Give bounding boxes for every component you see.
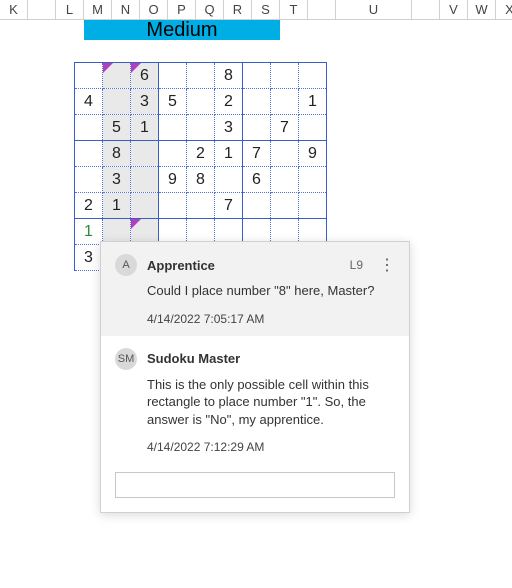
col-header-R[interactable]: R <box>224 0 252 19</box>
comment-body: Could I place number "8" here, Master? <box>115 282 395 300</box>
sudoku-cell-r0-c7[interactable] <box>271 63 299 89</box>
sudoku-cell-r4-c8[interactable] <box>299 167 327 193</box>
sudoku-cell-r2-c1[interactable]: 5 <box>103 115 131 141</box>
sudoku-cell-r2-c2[interactable]: 1 <box>131 115 159 141</box>
col-header-X[interactable]: X <box>496 0 512 19</box>
col-header-U[interactable]: U <box>336 0 412 19</box>
sudoku-cell-r0-c4[interactable] <box>187 63 215 89</box>
comment-thread-item[interactable]: SM Sudoku Master This is the only possible… <box>101 336 409 465</box>
sudoku-cell-r1-c2[interactable]: 3 <box>131 89 159 115</box>
col-header-S[interactable]: S <box>252 0 280 19</box>
col-header-W[interactable]: W <box>468 0 496 19</box>
sudoku-cell-r2-c6[interactable] <box>243 115 271 141</box>
sudoku-cell-r1-c4[interactable] <box>187 89 215 115</box>
sudoku-cell-r5-c8[interactable] <box>299 193 327 219</box>
col-header-13[interactable] <box>412 0 440 19</box>
sudoku-cell-r2-c7[interactable]: 7 <box>271 115 299 141</box>
col-header-O[interactable]: O <box>140 0 168 19</box>
sudoku-cell-r4-c5[interactable] <box>215 167 243 193</box>
sudoku-cell-r0-c5[interactable]: 8 <box>215 63 243 89</box>
col-header-T[interactable]: T <box>280 0 308 19</box>
comment-mark-icon[interactable] <box>131 63 141 73</box>
sudoku-cell-r3-c3[interactable] <box>159 141 187 167</box>
more-icon[interactable]: ⋮ <box>379 255 395 275</box>
sudoku-cell-r3-c8[interactable]: 9 <box>299 141 327 167</box>
sudoku-cell-r2-c5[interactable]: 3 <box>215 115 243 141</box>
sudoku-cell-r4-c6[interactable]: 6 <box>243 167 271 193</box>
sudoku-cell-r5-c2[interactable] <box>131 193 159 219</box>
sudoku-cell-r0-c1[interactable] <box>103 63 131 89</box>
comment-thread-item[interactable]: A Apprentice L9 ⋮ Could I place number "8" h… <box>101 242 409 336</box>
col-header-K[interactable]: K <box>0 0 28 19</box>
sudoku-cell-r4-c4[interactable]: 8 <box>187 167 215 193</box>
sudoku-grid: 6843521513782179398621713 <box>74 62 327 271</box>
comment-author: Apprentice <box>147 258 340 273</box>
col-header-11[interactable] <box>308 0 336 19</box>
sudoku-cell-r5-c4[interactable] <box>187 193 215 219</box>
sudoku-cell-r5-c1[interactable]: 1 <box>103 193 131 219</box>
sudoku-cell-r0-c3[interactable] <box>159 63 187 89</box>
sudoku-cell-r0-c0[interactable] <box>75 63 103 89</box>
col-header-M[interactable]: M <box>84 0 112 19</box>
sudoku-cell-r2-c0[interactable] <box>75 115 103 141</box>
reply-input[interactable] <box>115 472 395 498</box>
comment-timestamp: 4/14/2022 7:05:17 AM <box>115 312 395 326</box>
col-header-P[interactable]: P <box>168 0 196 19</box>
sudoku-cell-r4-c7[interactable] <box>271 167 299 193</box>
col-header-1[interactable] <box>28 0 56 19</box>
sudoku-cell-r5-c5[interactable]: 7 <box>215 193 243 219</box>
sudoku-cell-r4-c3[interactable]: 9 <box>159 167 187 193</box>
sudoku-cell-r1-c6[interactable] <box>243 89 271 115</box>
sudoku-cell-r2-c3[interactable] <box>159 115 187 141</box>
comment-body: This is the only possible cell within th… <box>115 376 395 429</box>
sudoku-cell-r7-c0[interactable]: 3 <box>75 245 103 271</box>
sudoku-cell-r3-c2[interactable] <box>131 141 159 167</box>
sudoku-cell-r6-c0[interactable]: 1 <box>75 219 103 245</box>
sudoku-cell-r1-c7[interactable] <box>271 89 299 115</box>
sudoku-cell-r3-c5[interactable]: 1 <box>215 141 243 167</box>
sudoku-cell-r2-c8[interactable] <box>299 115 327 141</box>
sudoku-cell-r3-c7[interactable] <box>271 141 299 167</box>
sudoku-cell-r3-c0[interactable] <box>75 141 103 167</box>
col-header-N[interactable]: N <box>112 0 140 19</box>
comment-mark-icon[interactable] <box>131 219 141 229</box>
sudoku-cell-r1-c5[interactable]: 2 <box>215 89 243 115</box>
sudoku-cell-r5-c3[interactable] <box>159 193 187 219</box>
sudoku-cell-r4-c1[interactable]: 3 <box>103 167 131 193</box>
sudoku-cell-r1-c3[interactable]: 5 <box>159 89 187 115</box>
difficulty-banner: Medium <box>84 20 280 40</box>
avatar: SM <box>115 348 137 370</box>
sudoku-cell-r0-c2[interactable]: 6 <box>131 63 159 89</box>
sudoku-cell-r4-c2[interactable] <box>131 167 159 193</box>
sudoku-cell-r5-c0[interactable]: 2 <box>75 193 103 219</box>
comment-cell-ref: L9 <box>350 258 363 272</box>
sudoku-cell-r2-c4[interactable] <box>187 115 215 141</box>
sudoku-cell-r0-c8[interactable] <box>299 63 327 89</box>
sudoku-cell-r1-c8[interactable]: 1 <box>299 89 327 115</box>
reply-box <box>101 464 409 512</box>
sudoku-cell-r1-c0[interactable]: 4 <box>75 89 103 115</box>
sudoku-cell-r3-c6[interactable]: 7 <box>243 141 271 167</box>
sudoku-cell-r3-c1[interactable]: 8 <box>103 141 131 167</box>
comment-timestamp: 4/14/2022 7:12:29 AM <box>115 440 395 454</box>
col-header-L[interactable]: L <box>56 0 84 19</box>
avatar: A <box>115 254 137 276</box>
comment-author: Sudoku Master <box>147 351 395 366</box>
column-header-row: K LMNOPQRST U VWX <box>0 0 512 20</box>
sudoku-cell-r5-c7[interactable] <box>271 193 299 219</box>
row-3: Medium <box>0 20 512 40</box>
sudoku-cell-r4-c0[interactable] <box>75 167 103 193</box>
col-header-V[interactable]: V <box>440 0 468 19</box>
comment-mark-icon[interactable] <box>103 63 113 73</box>
sudoku-cell-r5-c6[interactable] <box>243 193 271 219</box>
sudoku-cell-r3-c4[interactable]: 2 <box>187 141 215 167</box>
col-header-Q[interactable]: Q <box>196 0 224 19</box>
sudoku-cell-r0-c6[interactable] <box>243 63 271 89</box>
sudoku-cell-r1-c1[interactable] <box>103 89 131 115</box>
comments-panel: A Apprentice L9 ⋮ Could I place number "8" h… <box>100 241 410 513</box>
